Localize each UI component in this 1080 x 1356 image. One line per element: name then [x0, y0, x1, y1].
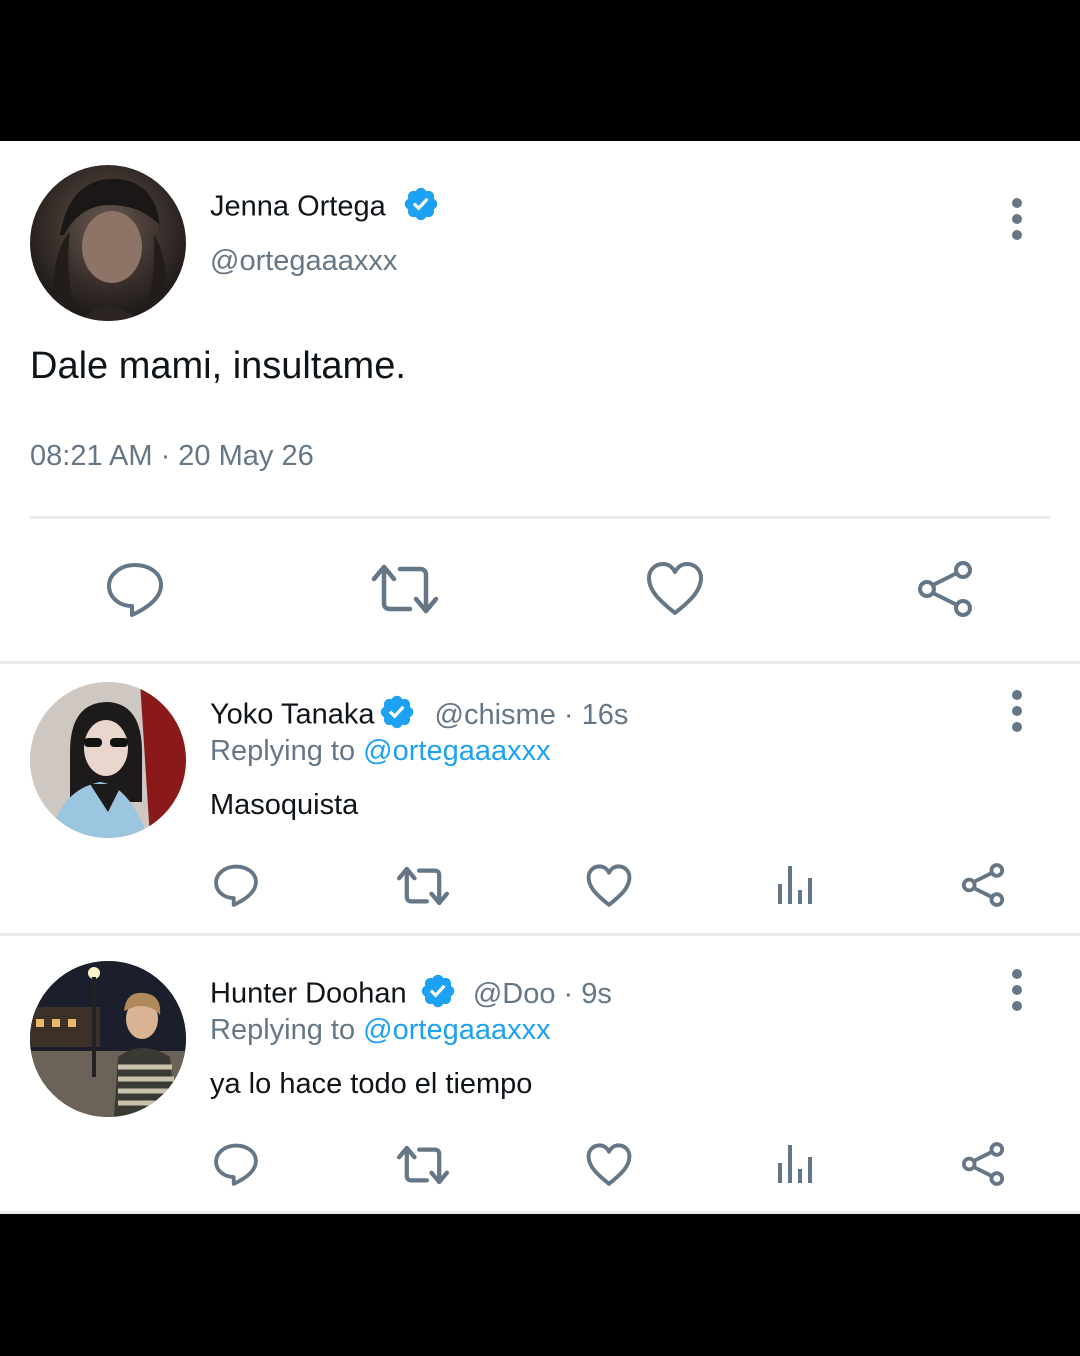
- like-icon[interactable]: [586, 864, 632, 908]
- reply-icon[interactable]: [213, 1141, 259, 1187]
- display-name[interactable]: Yoko Tanaka: [210, 699, 374, 731]
- like-icon[interactable]: [586, 1143, 632, 1187]
- replying-handle-link[interactable]: @ortegaaaxxx: [363, 1014, 550, 1046]
- reply-text: ya lo hace todo el tiempo: [210, 1068, 533, 1100]
- reply-1-header: Yoko Tanaka @chisme · 16s: [210, 693, 628, 739]
- avatar-photo: [30, 961, 186, 1117]
- display-name[interactable]: Hunter Doohan: [210, 978, 407, 1010]
- display-name-row: Jenna Ortega: [210, 185, 440, 231]
- replying-to: Replying to @ortegaaaxxx: [210, 735, 551, 768]
- tweet-timestamp[interactable]: 08:21 AM · 20 May 26: [30, 440, 314, 473]
- replying-prefix: Replying to: [210, 735, 356, 767]
- more-options-icon[interactable]: [1010, 690, 1024, 732]
- share-icon[interactable]: [960, 1141, 1006, 1187]
- like-icon[interactable]: [646, 561, 704, 617]
- avatar-reply-1[interactable]: [30, 682, 186, 838]
- retweet-icon[interactable]: [396, 864, 450, 908]
- divider: [0, 933, 1080, 936]
- handle-and-time[interactable]: @Doo · 9s: [473, 978, 612, 1010]
- divider: [30, 516, 1050, 519]
- display-name[interactable]: Jenna Ortega: [210, 191, 386, 223]
- reply-icon[interactable]: [213, 862, 259, 908]
- reply-icon[interactable]: [105, 559, 165, 619]
- more-options-icon[interactable]: [1010, 198, 1024, 240]
- reply-2-header: Hunter Doohan @Doo · 9s: [210, 972, 612, 1018]
- verified-badge-icon: [378, 693, 416, 739]
- reply-text: Masoquista: [210, 789, 359, 821]
- avatar-photo: [30, 682, 186, 838]
- share-icon[interactable]: [960, 862, 1006, 908]
- tweet-thread: Jenna Ortega @ortegaaaxxx Dale mami, ins…: [0, 141, 1080, 1214]
- analytics-icon[interactable]: [776, 862, 816, 908]
- share-icon[interactable]: [915, 559, 975, 619]
- more-options-icon[interactable]: [1010, 969, 1024, 1011]
- avatar-reply-2[interactable]: [30, 961, 186, 1117]
- verified-badge-icon: [402, 185, 440, 231]
- replying-to: Replying to @ortegaaaxxx: [210, 1014, 551, 1047]
- replying-handle-link[interactable]: @ortegaaaxxx: [363, 735, 550, 767]
- avatar-photo: [51, 178, 167, 321]
- verified-badge-icon: [419, 972, 457, 1018]
- replying-prefix: Replying to: [210, 1014, 356, 1046]
- retweet-icon[interactable]: [396, 1143, 450, 1187]
- analytics-icon[interactable]: [776, 1141, 816, 1187]
- handle-and-time[interactable]: @chisme · 16s: [435, 699, 629, 731]
- avatar-main[interactable]: [30, 165, 186, 321]
- tweet-text: Dale mami, insultame.: [30, 345, 406, 387]
- divider: [0, 1211, 1080, 1214]
- divider: [0, 661, 1080, 664]
- handle[interactable]: @ortegaaaxxx: [210, 245, 397, 278]
- retweet-icon[interactable]: [370, 561, 440, 617]
